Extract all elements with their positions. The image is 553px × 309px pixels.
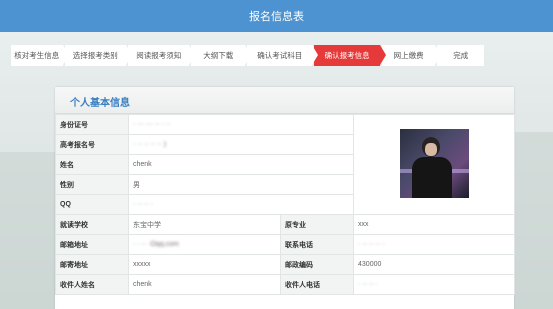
step-finish[interactable]: 完成 <box>437 45 485 66</box>
page-header: 报名信息表 <box>0 0 553 32</box>
name-label: 姓名 <box>55 154 129 175</box>
step-progress-bar: 核对考生信息 选择报考类别 阅读报考须知 大纲下载 确认考试科目 确认报考信息 … <box>11 45 486 66</box>
step-label: 完成 <box>453 51 469 60</box>
gender-value: 男 <box>127 174 355 195</box>
table-row: 收件人姓名 chenk 收件人电话 · ·· ·· · <box>55 274 516 295</box>
table-row: 邮寄地址 xxxxx 邮政编码 430000 <box>55 254 516 275</box>
personal-info-panel: 个人基本信息 身份证号 · ··· ··· ·· · ·· 高考报名号 · ··… <box>55 87 516 309</box>
recipient-name-label: 收件人姓名 <box>55 274 129 295</box>
step-label: 阅读报考须知 <box>136 51 182 60</box>
step-label: 确认报考信息 <box>324 51 370 60</box>
major-value: xxx <box>353 214 516 235</box>
id-number-label: 身份证号 <box>55 114 129 135</box>
personal-info-table: 身份证号 · ··· ··· ·· · ·· 高考报名号 · ·· ·· ·· … <box>55 114 516 295</box>
qq-label: QQ <box>55 194 129 215</box>
step-label: 选择报考类别 <box>72 51 118 60</box>
step-confirm-subjects[interactable]: 确认考试科目 <box>247 45 319 66</box>
step-label: 大纲下载 <box>203 51 234 60</box>
panel-header: 个人基本信息 <box>55 87 514 114</box>
exam-number-label: 高考报名号 <box>55 134 129 155</box>
table-row: 身份证号 · ··· ··· ·· · ·· <box>55 114 516 215</box>
id-number-value: · ··· ··· ·· · ·· <box>127 114 355 135</box>
page-title: 报名信息表 <box>249 11 304 23</box>
school-value: 东宝中学 <box>128 214 281 235</box>
step-verify-info[interactable]: 核对考生信息 <box>11 45 69 66</box>
panel-title: 个人基本信息 <box>70 98 130 109</box>
postal-address-value: xxxxx <box>128 254 281 275</box>
postcode-label: 邮政编码 <box>279 254 355 275</box>
step-confirm-registration[interactable]: 确认报考信息 <box>314 45 386 66</box>
step-syllabus-download[interactable]: 大纲下载 <box>191 45 252 66</box>
recipient-name-value: chenk <box>128 274 281 295</box>
recipient-phone-value: · ·· ·· · <box>353 274 516 295</box>
step-label: 核对考生信息 <box>14 51 60 60</box>
phone-value: · ·· ·· ·· · <box>353 234 516 255</box>
photo-cell <box>353 114 516 215</box>
email-value: · · ·· ·Oqq.com <box>128 234 281 255</box>
email-label: 邮箱地址 <box>55 234 129 255</box>
phone-label: 联系电话 <box>279 234 355 255</box>
major-label: 原专业 <box>279 214 355 235</box>
step-read-notice[interactable]: 阅读报考须知 <box>128 45 196 66</box>
postal-address-label: 邮寄地址 <box>55 254 129 275</box>
step-label: 确认考试科目 <box>257 51 303 60</box>
exam-number-value: · ·· ·· ·· ·· ) <box>127 134 355 155</box>
step-choose-category[interactable]: 选择报考类别 <box>64 45 133 66</box>
school-label: 就读学校 <box>55 214 129 235</box>
recipient-phone-label: 收件人电话 <box>279 274 355 295</box>
step-label: 网上缴费 <box>393 51 424 60</box>
step-online-payment[interactable]: 网上缴费 <box>381 45 442 66</box>
applicant-photo <box>399 129 469 198</box>
name-value: chenk <box>127 154 355 175</box>
table-row: 邮箱地址 · · ·· ·Oqq.com 联系电话 · ·· ·· ·· · <box>55 234 516 255</box>
table-row: 就读学校 东宝中学 原专业 xxx <box>55 214 516 235</box>
postcode-value: 430000 <box>353 254 516 275</box>
gender-label: 性别 <box>55 174 129 195</box>
qq-value: · ·· ·· · <box>127 194 355 215</box>
